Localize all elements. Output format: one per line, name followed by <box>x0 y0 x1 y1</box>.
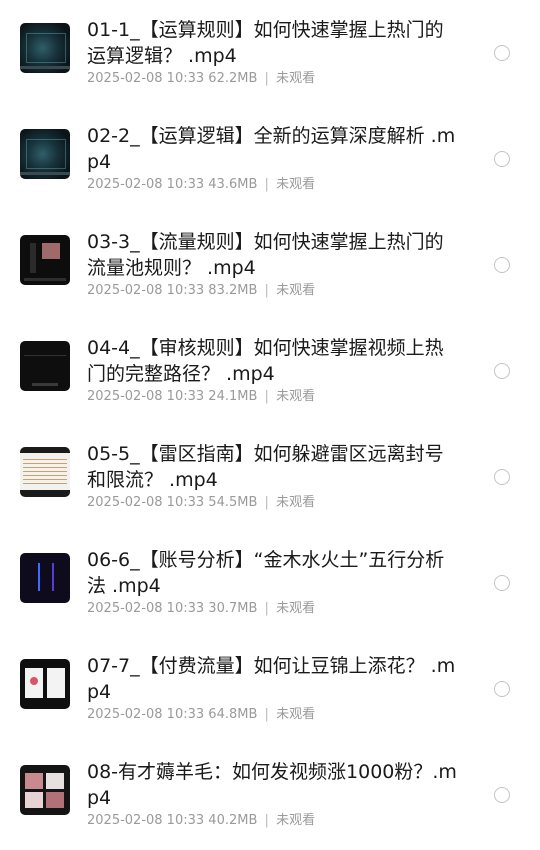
file-meta: 2025-02-08 10:33 24.1MB | 未观看 <box>87 389 315 405</box>
watch-status: 未观看 <box>276 389 316 404</box>
file-date: 2025-02-08 10:33 <box>87 71 205 86</box>
list-item[interactable]: 05-5_【雷区指南】如何躲避雷区远离封号和限流？ .mp4 2025-02-0… <box>0 432 540 532</box>
meta-separator: | <box>264 283 269 298</box>
file-date: 2025-02-08 10:33 <box>87 707 205 722</box>
file-meta: 2025-02-08 10:33 40.2MB | 未观看 <box>87 813 315 829</box>
file-meta: 2025-02-08 10:33 83.2MB | 未观看 <box>87 283 315 299</box>
file-meta: 2025-02-08 10:33 62.2MB | 未观看 <box>87 71 315 87</box>
select-radio[interactable] <box>494 257 510 273</box>
file-size: 24.1MB <box>208 389 258 404</box>
file-date: 2025-02-08 10:33 <box>87 813 205 828</box>
select-radio[interactable] <box>494 787 510 803</box>
file-title: 01-1_【运算规则】如何快速掌握上热门的运算逻辑？ .mp4 <box>87 19 444 67</box>
watch-status: 未观看 <box>276 707 316 722</box>
list-item[interactable]: 06-6_【账号分析】“金木水火土”五行分析法 .mp4 2025-02-08 … <box>0 538 540 638</box>
file-date: 2025-02-08 10:33 <box>87 601 205 616</box>
video-thumbnail[interactable] <box>20 129 70 179</box>
list-item[interactable]: 01-1_【运算规则】如何快速掌握上热门的运算逻辑？ .mp4 2025-02-… <box>0 8 540 108</box>
file-date: 2025-02-08 10:33 <box>87 283 205 298</box>
file-size: 30.7MB <box>208 601 258 616</box>
video-thumbnail[interactable] <box>20 765 70 815</box>
meta-separator: | <box>264 707 269 722</box>
select-radio[interactable] <box>494 681 510 697</box>
select-radio[interactable] <box>494 469 510 485</box>
file-meta: 2025-02-08 10:33 30.7MB | 未观看 <box>87 601 315 617</box>
video-thumbnail[interactable] <box>20 23 70 73</box>
meta-separator: | <box>264 389 269 404</box>
video-thumbnail[interactable] <box>20 341 70 391</box>
file-title: 02-2_【运算逻辑】全新的运算深度解析 .mp4 <box>87 125 456 173</box>
meta-separator: | <box>264 813 269 828</box>
list-item[interactable]: 04-4_【审核规则】如何快速掌握视频上热门的完整路径？ .mp4 2025-0… <box>0 326 540 426</box>
select-radio[interactable] <box>494 363 510 379</box>
list-item[interactable]: 03-3_【流量规则】如何快速掌握上热门的流量池规则？ .mp4 2025-02… <box>0 220 540 320</box>
select-radio[interactable] <box>494 45 510 61</box>
meta-separator: | <box>264 71 269 86</box>
file-size: 83.2MB <box>208 283 258 298</box>
meta-separator: | <box>264 495 269 510</box>
file-title: 04-4_【审核规则】如何快速掌握视频上热门的完整路径？ .mp4 <box>87 337 444 385</box>
file-size: 54.5MB <box>208 495 258 510</box>
file-title: 06-6_【账号分析】“金木水火土”五行分析法 .mp4 <box>87 549 445 597</box>
file-title: 03-3_【流量规则】如何快速掌握上热门的流量池规则？ .mp4 <box>87 231 444 279</box>
watch-status: 未观看 <box>276 601 316 616</box>
meta-separator: | <box>264 177 269 192</box>
file-title: 07-7_【付费流量】如何让豆锦上添花？ .mp4 <box>87 655 456 703</box>
file-size: 40.2MB <box>208 813 258 828</box>
file-meta: 2025-02-08 10:33 64.8MB | 未观看 <box>87 707 315 723</box>
file-date: 2025-02-08 10:33 <box>87 389 205 404</box>
video-thumbnail[interactable] <box>20 659 70 709</box>
watch-status: 未观看 <box>276 813 316 828</box>
meta-separator: | <box>264 601 269 616</box>
file-date: 2025-02-08 10:33 <box>87 177 205 192</box>
file-title: 08-有才薅羊毛：如何发视频涨1000粉？.mp4 <box>87 761 457 809</box>
list-item[interactable]: 02-2_【运算逻辑】全新的运算深度解析 .mp4 2025-02-08 10:… <box>0 114 540 214</box>
list-item[interactable]: 08-有才薅羊毛：如何发视频涨1000粉？.mp4 2025-02-08 10:… <box>0 750 540 850</box>
file-size: 64.8MB <box>208 707 258 722</box>
watch-status: 未观看 <box>276 495 316 510</box>
list-item[interactable]: 07-7_【付费流量】如何让豆锦上添花？ .mp4 2025-02-08 10:… <box>0 644 540 744</box>
file-meta: 2025-02-08 10:33 43.6MB | 未观看 <box>87 177 315 193</box>
select-radio[interactable] <box>494 151 510 167</box>
video-thumbnail[interactable] <box>20 447 70 497</box>
watch-status: 未观看 <box>276 283 316 298</box>
file-title: 05-5_【雷区指南】如何躲避雷区远离封号和限流？ .mp4 <box>87 443 444 491</box>
file-date: 2025-02-08 10:33 <box>87 495 205 510</box>
video-thumbnail[interactable] <box>20 235 70 285</box>
file-meta: 2025-02-08 10:33 54.5MB | 未观看 <box>87 495 315 511</box>
select-radio[interactable] <box>494 575 510 591</box>
video-thumbnail[interactable] <box>20 553 70 603</box>
watch-status: 未观看 <box>276 177 316 192</box>
watch-status: 未观看 <box>276 71 316 86</box>
file-size: 62.2MB <box>208 71 258 86</box>
file-size: 43.6MB <box>208 177 258 192</box>
